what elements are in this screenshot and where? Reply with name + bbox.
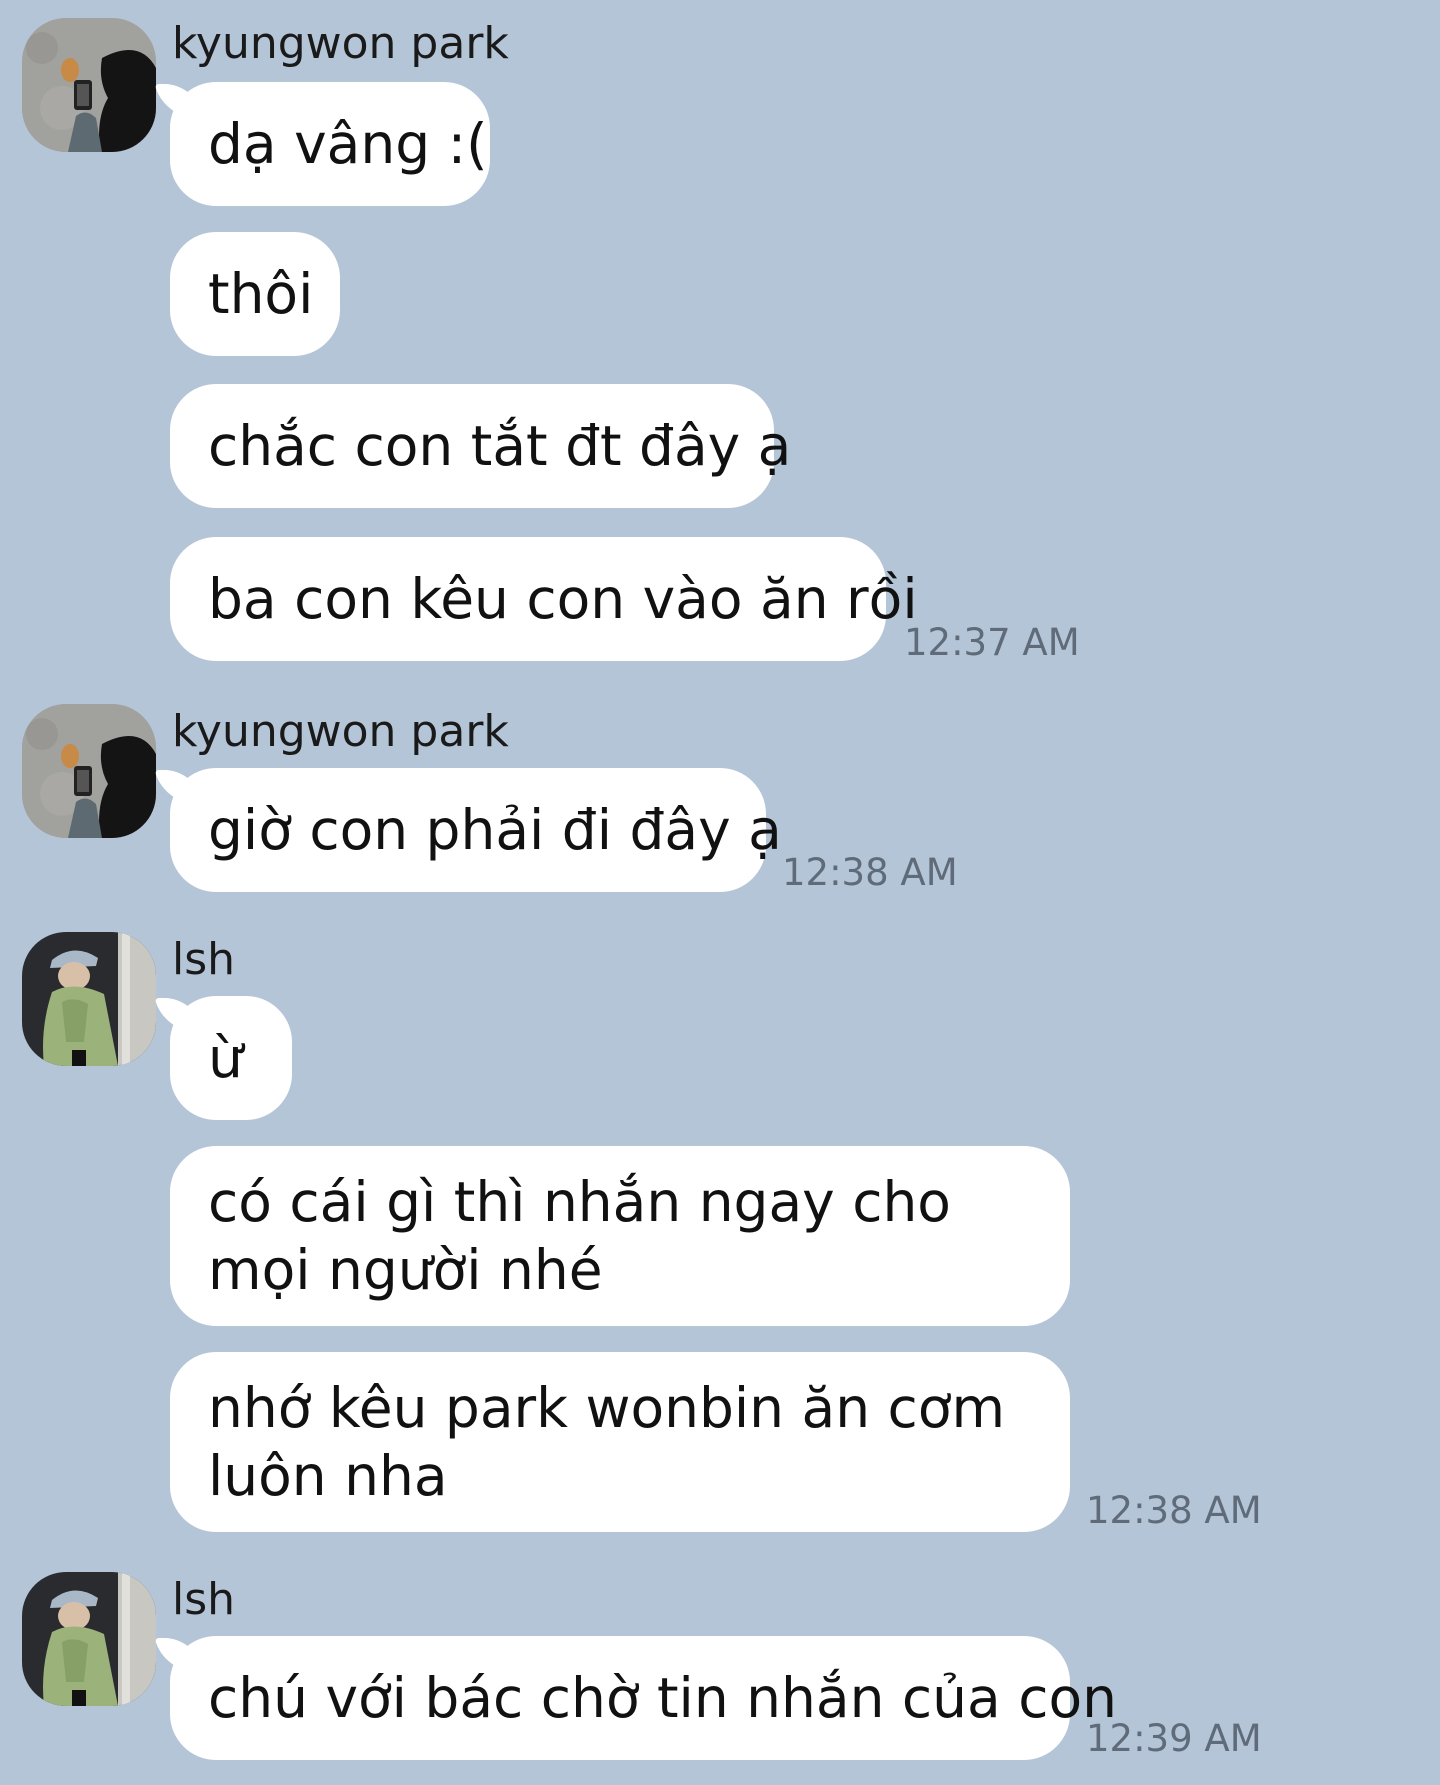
message-text: ba con kêu con vào ăn rồi (208, 567, 918, 631)
avatar-lsh[interactable] (22, 932, 156, 1066)
avatar-lsh[interactable] (22, 1572, 156, 1706)
profile-photo-boy-in-cap-icon (22, 1572, 156, 1706)
message-text: dạ vâng :( (208, 112, 488, 176)
message-bubble[interactable]: thôi (170, 232, 340, 356)
message-text: có cái gì thì nhắn ngay cho mọi người nh… (208, 1170, 951, 1302)
message-timestamp: 12:37 AM (904, 621, 1080, 664)
message-bubble[interactable]: chú với bác chờ tin nhắn của con (170, 1636, 1117, 1760)
sender-name: lsh (172, 934, 236, 985)
message-text: chú với bác chờ tin nhắn của con (208, 1666, 1117, 1730)
message-bubble[interactable]: dạ vâng :( (170, 82, 490, 206)
avatar-kyungwon-park[interactable] (22, 18, 156, 152)
message-text: giờ con phải đi đây ạ (208, 798, 782, 862)
message-bubble[interactable]: ừ (170, 996, 292, 1120)
message-timestamp: 12:38 AM (1086, 1489, 1262, 1532)
message-timestamp: 12:39 AM (1086, 1717, 1262, 1760)
avatar-kyungwon-park[interactable] (22, 704, 156, 838)
message-bubble[interactable]: ba con kêu con vào ăn rồi (170, 537, 918, 661)
profile-photo-girl-with-phone-icon (22, 18, 156, 152)
message-text: chắc con tắt đt đây ạ (208, 414, 792, 478)
message-text: nhớ kêu park wonbin ăn cơm luôn nha (208, 1376, 1006, 1508)
sender-name: lsh (172, 1574, 236, 1625)
message-text: ừ (208, 1026, 243, 1090)
profile-photo-girl-with-phone-icon (22, 704, 156, 838)
message-text: thôi (208, 262, 314, 326)
message-bubble[interactable]: nhớ kêu park wonbin ăn cơm luôn nha (170, 1352, 1070, 1532)
message-timestamp: 12:38 AM (782, 851, 958, 894)
profile-photo-boy-in-cap-icon (22, 932, 156, 1066)
message-bubble[interactable]: giờ con phải đi đây ạ (170, 768, 782, 892)
message-bubble[interactable]: có cái gì thì nhắn ngay cho mọi người nh… (170, 1146, 1070, 1326)
sender-name: kyungwon park (172, 706, 509, 757)
message-bubble[interactable]: chắc con tắt đt đây ạ (170, 384, 791, 508)
sender-name: kyungwon park (172, 18, 509, 69)
